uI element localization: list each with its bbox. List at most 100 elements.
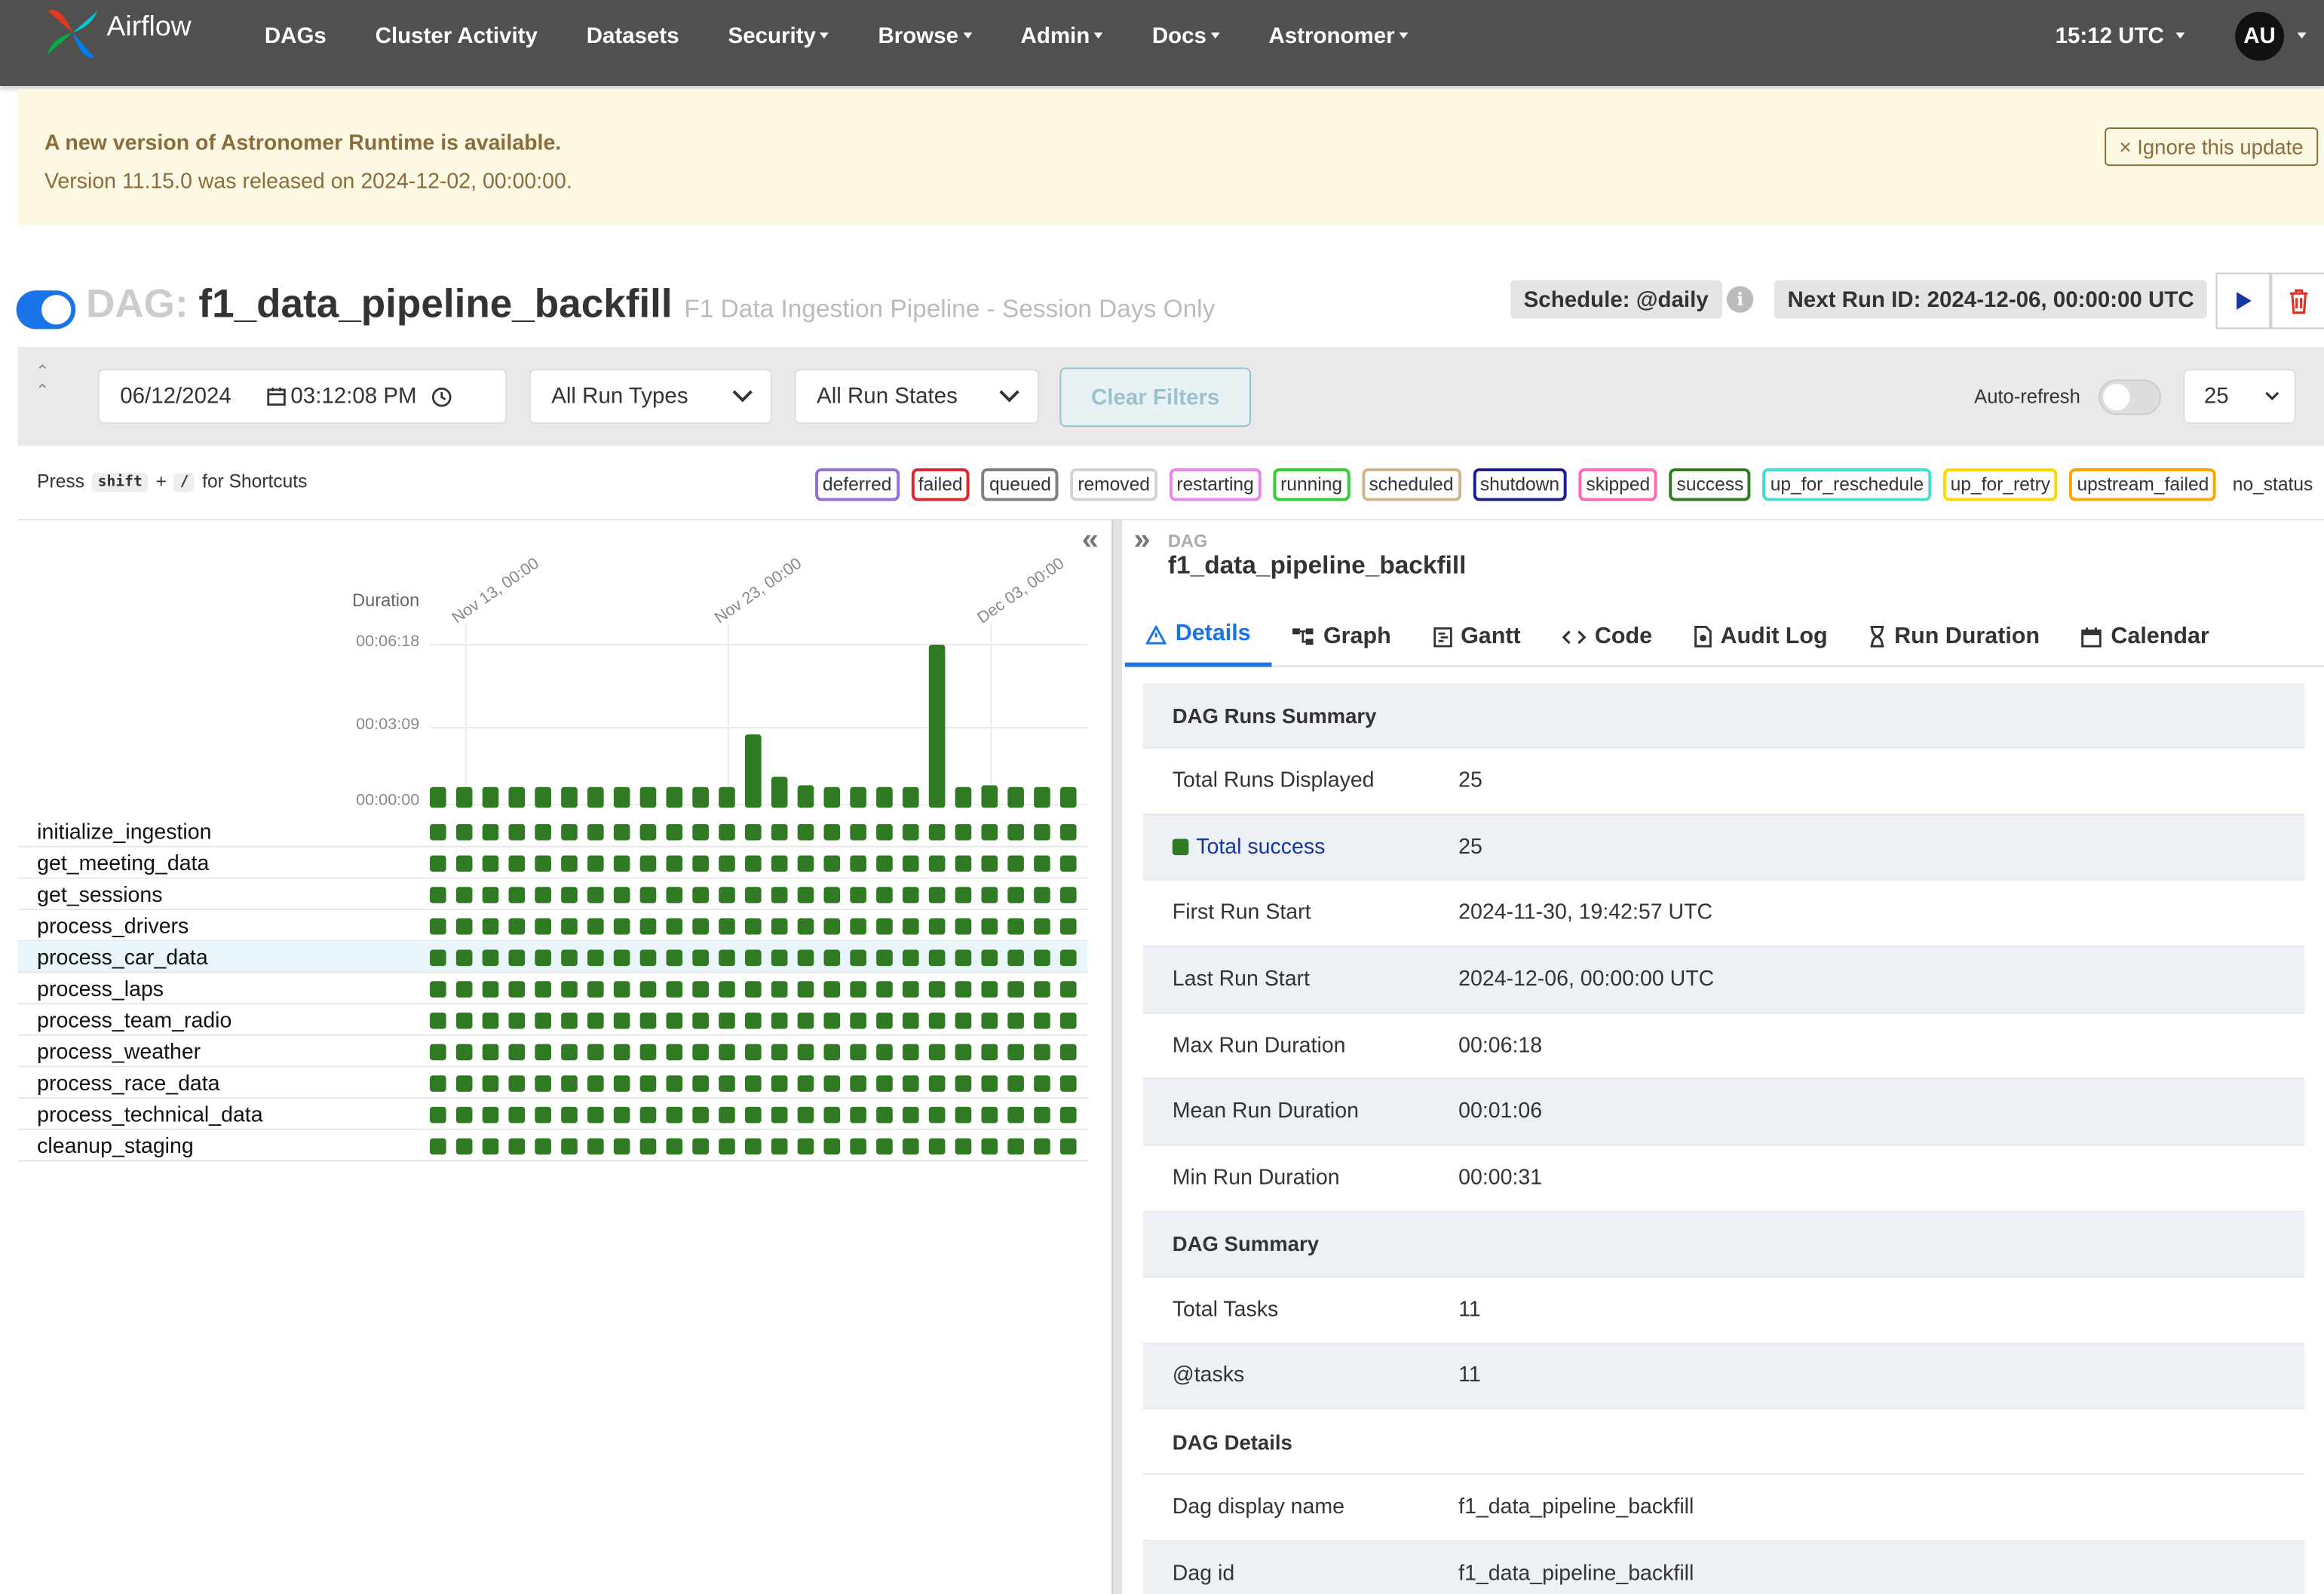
task-instance-square[interactable] (850, 918, 866, 935)
task-instance-square[interactable] (981, 1044, 998, 1061)
task-instance-square[interactable] (430, 1044, 446, 1061)
chevrons-up-icon[interactable]: ⌃ ⌃ (35, 362, 49, 400)
run-duration-bar[interactable] (666, 786, 683, 808)
tab-code[interactable]: Code (1541, 606, 1672, 667)
ignore-update-button[interactable]: × Ignore this update (2104, 127, 2319, 167)
task-instance-square[interactable] (508, 855, 526, 872)
task-instance-square[interactable] (850, 1075, 866, 1092)
task-instance-square[interactable] (535, 981, 551, 998)
task-instance-square[interactable] (482, 918, 499, 935)
nav-item-docs[interactable]: Docs (1127, 23, 1244, 48)
task-instance-square[interactable] (1034, 1106, 1050, 1123)
task-instance-square[interactable] (797, 1044, 814, 1061)
task-instance-square[interactable] (639, 887, 657, 903)
task-instance-square[interactable] (613, 949, 630, 967)
task-instance-square[interactable] (692, 1138, 709, 1155)
task-instance-square[interactable] (955, 918, 972, 935)
task-instance-square[interactable] (1007, 1106, 1024, 1123)
task-instance-square[interactable] (535, 1044, 551, 1061)
task-instance-square[interactable] (666, 1044, 683, 1061)
task-instance-square[interactable] (639, 855, 657, 872)
task-instance-square[interactable] (639, 918, 657, 935)
task-instance-square[interactable] (587, 981, 604, 998)
task-instance-square[interactable] (535, 855, 551, 872)
task-instance-square[interactable] (876, 855, 893, 872)
task-instance-square[interactable] (1007, 1012, 1024, 1029)
run-type-select[interactable]: All Run Types (529, 369, 773, 425)
task-instance-square[interactable] (981, 823, 998, 841)
task-instance-square[interactable] (823, 1138, 841, 1155)
task-instance-square[interactable] (902, 1012, 919, 1029)
task-instance-square[interactable] (482, 855, 499, 872)
task-name[interactable]: get_meeting_data (37, 851, 209, 875)
task-instance-square[interactable] (797, 887, 814, 903)
task-instance-square[interactable] (876, 1138, 893, 1155)
task-name[interactable]: cleanup_staging (37, 1134, 194, 1158)
run-duration-bar[interactable] (587, 786, 604, 808)
nav-item-astronomer[interactable]: Astronomer (1244, 23, 1433, 48)
task-instance-square[interactable] (430, 949, 446, 967)
task-instance-square[interactable] (508, 949, 526, 967)
task-instance-square[interactable] (666, 1075, 683, 1092)
task-instance-square[interactable] (955, 981, 972, 998)
task-instance-square[interactable] (744, 1044, 762, 1061)
task-instance-square[interactable] (744, 1075, 762, 1092)
task-instance-square[interactable] (1059, 1106, 1077, 1123)
task-instance-square[interactable] (587, 1075, 604, 1092)
task-instance-square[interactable] (639, 1012, 657, 1029)
task-instance-square[interactable] (928, 981, 946, 998)
tab-run-duration[interactable]: Run Duration (1848, 606, 2060, 667)
task-instance-square[interactable] (508, 1012, 526, 1029)
task-instance-square[interactable] (1059, 1012, 1077, 1029)
run-duration-bar[interactable] (1007, 786, 1024, 808)
task-instance-square[interactable] (955, 1044, 972, 1061)
task-instance-square[interactable] (455, 1106, 473, 1123)
task-instance-square[interactable] (1034, 1075, 1050, 1092)
task-instance-square[interactable] (561, 949, 578, 967)
task-instance-square[interactable] (692, 981, 709, 998)
task-instance-square[interactable] (876, 887, 893, 903)
task-instance-square[interactable] (902, 981, 919, 998)
task-instance-square[interactable] (928, 1044, 946, 1061)
task-instance-square[interactable] (955, 823, 972, 841)
task-instance-square[interactable] (561, 918, 578, 935)
legend-restarting[interactable]: restarting (1169, 468, 1262, 501)
nav-item-admin[interactable]: Admin (996, 23, 1127, 48)
task-instance-square[interactable] (876, 823, 893, 841)
task-instance-square[interactable] (666, 949, 683, 967)
run-duration-bar[interactable] (719, 786, 735, 808)
task-name[interactable]: process_weather (37, 1040, 201, 1064)
task-instance-square[interactable] (455, 918, 473, 935)
tab-calendar[interactable]: Calendar (2061, 606, 2230, 667)
task-instance-square[interactable] (981, 887, 998, 903)
task-instance-square[interactable] (797, 1106, 814, 1123)
task-instance-square[interactable] (981, 855, 998, 872)
task-instance-square[interactable] (666, 823, 683, 841)
task-instance-square[interactable] (561, 855, 578, 872)
task-instance-square[interactable] (981, 918, 998, 935)
task-instance-square[interactable] (1007, 949, 1024, 967)
task-instance-square[interactable] (850, 887, 866, 903)
breadcrumb-dag[interactable]: f1_data_pipeline_backfill (1168, 551, 1467, 581)
run-duration-bar[interactable] (850, 786, 866, 808)
task-instance-square[interactable] (744, 887, 762, 903)
task-instance-square[interactable] (639, 1075, 657, 1092)
task-instance-square[interactable] (1007, 981, 1024, 998)
task-instance-square[interactable] (876, 1012, 893, 1029)
task-instance-square[interactable] (955, 1138, 972, 1155)
task-instance-square[interactable] (744, 1106, 762, 1123)
task-instance-square[interactable] (482, 1044, 499, 1061)
run-duration-bar[interactable] (508, 786, 526, 808)
task-instance-square[interactable] (455, 949, 473, 967)
task-instance-square[interactable] (771, 981, 788, 998)
task-instance-square[interactable] (587, 1106, 604, 1123)
task-instance-square[interactable] (981, 1012, 998, 1029)
tab-details[interactable]: Details (1124, 606, 1272, 667)
task-instance-square[interactable] (692, 887, 709, 903)
dag-pause-toggle[interactable] (16, 290, 76, 330)
task-instance-square[interactable] (850, 1106, 866, 1123)
trigger-dag-button[interactable] (2215, 272, 2271, 330)
task-instance-square[interactable] (692, 918, 709, 935)
task-instance-square[interactable] (771, 1044, 788, 1061)
run-duration-bar[interactable] (744, 734, 762, 808)
